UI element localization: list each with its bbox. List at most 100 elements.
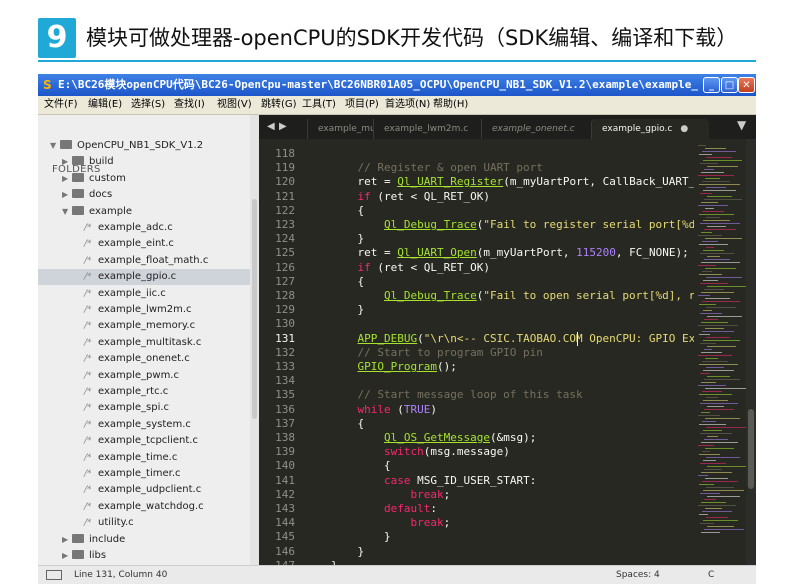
minimap-line [699, 424, 726, 425]
collapse-arrow-icon[interactable]: ▶ [62, 154, 72, 170]
tree-file[interactable]: /* example_adc.c [38, 220, 250, 236]
tree-file[interactable]: /* example_lwm2m.c [38, 302, 250, 318]
tree-file[interactable]: /* example_timer.c [38, 466, 250, 482]
code-line[interactable]: { [331, 204, 364, 218]
tree-file[interactable]: /* example_rtc.c [38, 384, 250, 400]
tree-file[interactable]: /* example_pwm.c [38, 368, 250, 384]
syntax-setting[interactable]: C [708, 569, 714, 582]
panel-toggle-icon[interactable] [46, 570, 62, 580]
code-line[interactable]: Ql_Debug_Trace("Fail to open serial port… [331, 289, 748, 303]
code-line[interactable]: // Register & open UART port [331, 161, 542, 175]
tab-nav-left-icon[interactable]: ◀ [267, 120, 275, 134]
indentation-setting[interactable]: Spaces: 4 [616, 569, 660, 582]
sidebar-scroll-thumb[interactable] [252, 199, 257, 419]
expand-arrow-icon[interactable]: ▼ [62, 204, 72, 220]
menu-item[interactable]: 视图(V) [217, 98, 252, 112]
minimap-line [706, 217, 720, 218]
tree-file[interactable]: /* example_udpclient.c [38, 482, 250, 498]
tree-file[interactable]: /* example_eint.c [38, 236, 250, 252]
tree-root-folder[interactable]: ▼ OpenCPU_NB1_SDK_V1.2 [38, 138, 250, 154]
code-line[interactable]: } [331, 303, 364, 317]
tree-folder-example[interactable]: ▼ example [38, 204, 250, 220]
code-line[interactable]: // Start to program GPIO pin [331, 346, 542, 360]
minimize-button[interactable]: _ [703, 77, 720, 93]
tree-file[interactable]: /* example_multitask.c [38, 335, 250, 351]
code-line[interactable]: ret = Ql_UART_Register(m_myUartPort, Cal… [331, 175, 749, 189]
code-line[interactable]: default: [331, 502, 437, 516]
code-line[interactable]: Ql_Debug_Trace("Fail to register serial … [331, 218, 748, 232]
menu-item[interactable]: 跳转(G) [261, 98, 297, 112]
menu-item[interactable]: 查找(I) [174, 98, 205, 112]
tree-file[interactable]: /* example_gpio.c [38, 269, 250, 285]
menu-item[interactable]: 项目(P) [345, 98, 379, 112]
code-line[interactable]: APP_DEBUG("\r\n<-- CSIC.TAOBAO.COM OpenC… [331, 332, 749, 346]
tab-example-lwm2m[interactable]: example_lwm2m.c [373, 119, 481, 139]
code-line[interactable]: } [331, 232, 364, 246]
menu-item[interactable]: 工具(T) [302, 98, 336, 112]
code-line[interactable]: // Start message loop of this task [331, 388, 582, 402]
code-line[interactable]: GPIO_Program(); [331, 360, 457, 374]
line-number: 146 [275, 545, 295, 558]
code-line[interactable]: { [331, 417, 364, 431]
tab-example-mul[interactable]: example_mul [307, 119, 378, 139]
tree-file[interactable]: /* example_system.c [38, 417, 250, 433]
code-line[interactable]: } [331, 545, 364, 559]
collapse-arrow-icon[interactable]: ▶ [62, 548, 72, 564]
tab-dirty-dot-icon[interactable]: ● [680, 124, 688, 134]
minimap-line [706, 157, 732, 158]
code-line[interactable]: case MSG_ID_USER_START: [331, 474, 536, 488]
tree-file[interactable]: /* utility.c [38, 515, 250, 531]
minimap-line [701, 472, 732, 473]
tree-file[interactable]: /* example_onenet.c [38, 351, 250, 367]
tab-menu-chevron-icon[interactable]: ▼ [737, 118, 746, 132]
code-line[interactable]: ret = Ql_UART_Open(m_myUartPort, 115200,… [331, 246, 689, 260]
tree-folder[interactable]: ▶ custom [38, 171, 250, 187]
page-heading: 9 模块可做处理器-openCPU的SDK开发代码（SDK编辑、编译和下载） [0, 0, 800, 64]
code-line[interactable]: break; [331, 516, 450, 530]
tree-item-label: example_spi.c [98, 402, 170, 413]
tree-file[interactable]: /* example_watchdog.c [38, 499, 250, 515]
tab-nav-right-icon[interactable]: ▶ [279, 120, 287, 134]
tree-file[interactable]: /* example_float_math.c [38, 253, 250, 269]
code-line[interactable]: switch(msg.message) [331, 445, 510, 459]
code-line[interactable]: } [331, 530, 391, 544]
tree-file[interactable]: /* example_iic.c [38, 286, 250, 302]
collapse-arrow-icon[interactable]: ▶ [62, 171, 72, 187]
tree-folder[interactable]: ▶ libs [38, 548, 250, 564]
c-file-icon: /* [84, 371, 92, 381]
line-number: 133 [275, 360, 295, 373]
code-editor[interactable]: 118 119 // Register & open UART port 120 r… [259, 139, 748, 572]
menu-item[interactable]: 编辑(E) [88, 98, 122, 112]
close-button[interactable]: ✕ [738, 77, 755, 93]
code-line[interactable]: { [331, 275, 364, 289]
menu-item[interactable]: 首选项(N) [385, 98, 430, 112]
expand-arrow-icon[interactable]: ▼ [50, 138, 60, 154]
code-line[interactable]: while (TRUE) [331, 403, 438, 417]
code-line[interactable]: if (ret < QL_RET_OK) [331, 190, 490, 204]
tree-file[interactable]: /* example_memory.c [38, 318, 250, 334]
minimap-line [700, 373, 710, 374]
tree-file[interactable]: /* example_spi.c [38, 400, 250, 416]
code-line[interactable]: { [331, 459, 391, 473]
tree-folder[interactable]: ▶ docs [38, 187, 250, 203]
code-line[interactable]: Ql_OS_GetMessage(&msg); [331, 431, 536, 445]
collapse-arrow-icon[interactable]: ▶ [62, 532, 72, 548]
tree-file[interactable]: /* example_time.c [38, 450, 250, 466]
collapse-arrow-icon[interactable]: ▶ [62, 187, 72, 203]
tab-example-onenet[interactable]: example_onenet.c [481, 119, 591, 139]
tab-example-gpio[interactable]: example_gpio.c ● [591, 119, 709, 139]
menu-item[interactable]: 文件(F) [44, 98, 78, 112]
code-line[interactable]: break; [331, 488, 450, 502]
menu-item[interactable]: 帮助(H) [433, 98, 468, 112]
tree-folder[interactable]: ▶ include [38, 532, 250, 548]
tree-folder[interactable]: ▶ build [38, 154, 250, 170]
tree-file[interactable]: /* example_tcpclient.c [38, 433, 250, 449]
editor-scrollbar[interactable] [746, 139, 756, 565]
editor-scroll-thumb[interactable] [748, 409, 754, 489]
minimap[interactable] [694, 139, 748, 565]
window-titlebar[interactable]: S E:\BC26模块openCPU代码\BC26-OpenCpu-master… [38, 74, 756, 96]
menu-item[interactable]: 选择(S) [131, 98, 165, 112]
code-line[interactable]: if (ret < QL_RET_OK) [331, 261, 490, 275]
minimap-line [699, 364, 738, 365]
maximize-button[interactable]: □ [721, 77, 738, 93]
